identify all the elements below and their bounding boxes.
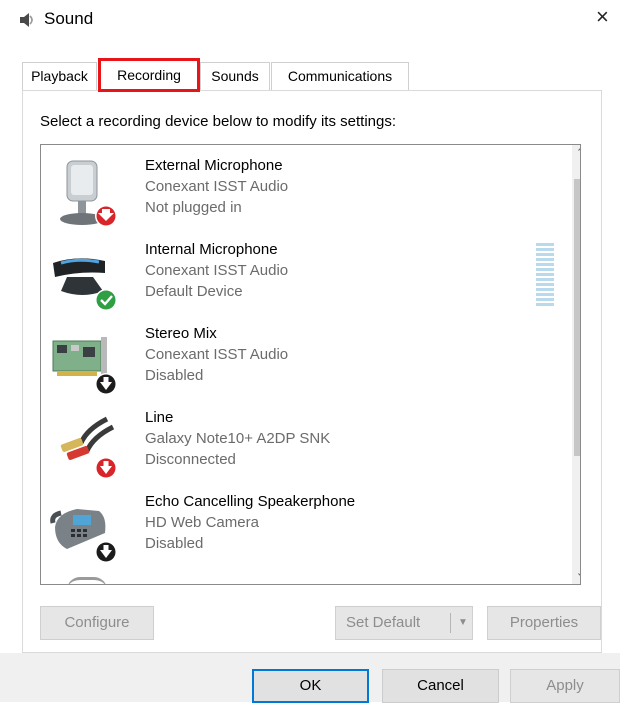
tab-communications[interactable]: Communications: [271, 62, 409, 90]
device-row-line[interactable]: Line Galaxy Note10+ A2DP SNK Disconnecte…: [41, 403, 561, 487]
scroll-up-arrow-icon[interactable]: ⌃: [572, 145, 580, 162]
speaker-icon: [20, 13, 33, 27]
device-driver: Conexant ISST Audio: [145, 346, 289, 363]
ok-button[interactable]: OK: [252, 669, 369, 703]
properties-button[interactable]: Properties: [487, 606, 601, 640]
device-list-scrollbar[interactable]: ⌃ ⌄: [572, 145, 580, 584]
scroll-down-arrow-icon[interactable]: ⌄: [572, 565, 580, 582]
set-default-label: Set Default: [346, 614, 421, 631]
device-row-echo-cancelling-speakerphone[interactable]: Echo Cancelling Speakerphone HD Web Came…: [41, 487, 561, 571]
title-bar: Sound ×: [0, 0, 620, 40]
device-status: Default Device: [145, 283, 243, 300]
green-check-badge: [96, 290, 116, 310]
cancel-button[interactable]: Cancel: [382, 669, 499, 703]
microphone-icon: [60, 160, 117, 227]
device-status: Disabled: [145, 367, 204, 384]
scroll-thumb[interactable]: [574, 179, 580, 456]
device-name: Internal Microphone: [145, 241, 278, 258]
recording-device-list[interactable]: External Microphone Conexant ISST Audio …: [40, 144, 581, 585]
close-icon[interactable]: ×: [596, 6, 609, 28]
chevron-down-icon[interactable]: ▼: [454, 607, 472, 639]
configure-button[interactable]: Configure: [40, 606, 154, 640]
device-row-stereo-mix[interactable]: Stereo Mix Conexant ISST Audio Disabled: [41, 319, 561, 403]
device-status: Disconnected: [145, 451, 236, 468]
set-default-split-button[interactable]: Set Default ▼: [335, 606, 473, 640]
webcam-microphone-icon: [53, 258, 117, 311]
level-meter: [536, 243, 554, 306]
tab-playback[interactable]: Playback: [22, 62, 97, 90]
speakerphone-icon: [50, 509, 117, 563]
tab-recording[interactable]: Recording: [98, 58, 200, 92]
sound-card-icon: [52, 337, 117, 395]
device-name: Line: [145, 409, 174, 426]
device-name: Echo Cancelling Speakerphone: [145, 493, 356, 510]
device-row-internal-microphone[interactable]: Internal Microphone Conexant ISST Audio …: [41, 235, 561, 319]
tab-sounds[interactable]: Sounds: [200, 62, 270, 90]
device-status: Not plugged in: [145, 199, 242, 216]
apply-button[interactable]: Apply: [510, 669, 620, 703]
device-name: Stereo Mix: [145, 325, 217, 342]
device-driver: Conexant ISST Audio: [145, 178, 289, 195]
device-driver: HD Web Camera: [145, 514, 259, 531]
device-name: External Microphone: [145, 157, 283, 174]
device-row-external-microphone[interactable]: External Microphone Conexant ISST Audio …: [41, 151, 561, 235]
device-driver: Galaxy Note10+ A2DP SNK: [145, 430, 331, 447]
split-divider: [450, 613, 451, 633]
device-status: Disabled: [145, 535, 204, 552]
device-driver: Conexant ISST Audio: [145, 262, 289, 279]
window-title: Sound: [44, 9, 94, 28]
rca-cable-icon: [60, 416, 117, 479]
instruction-text: Select a recording device below to modif…: [40, 113, 397, 130]
partial-device-icon: [67, 577, 107, 584]
